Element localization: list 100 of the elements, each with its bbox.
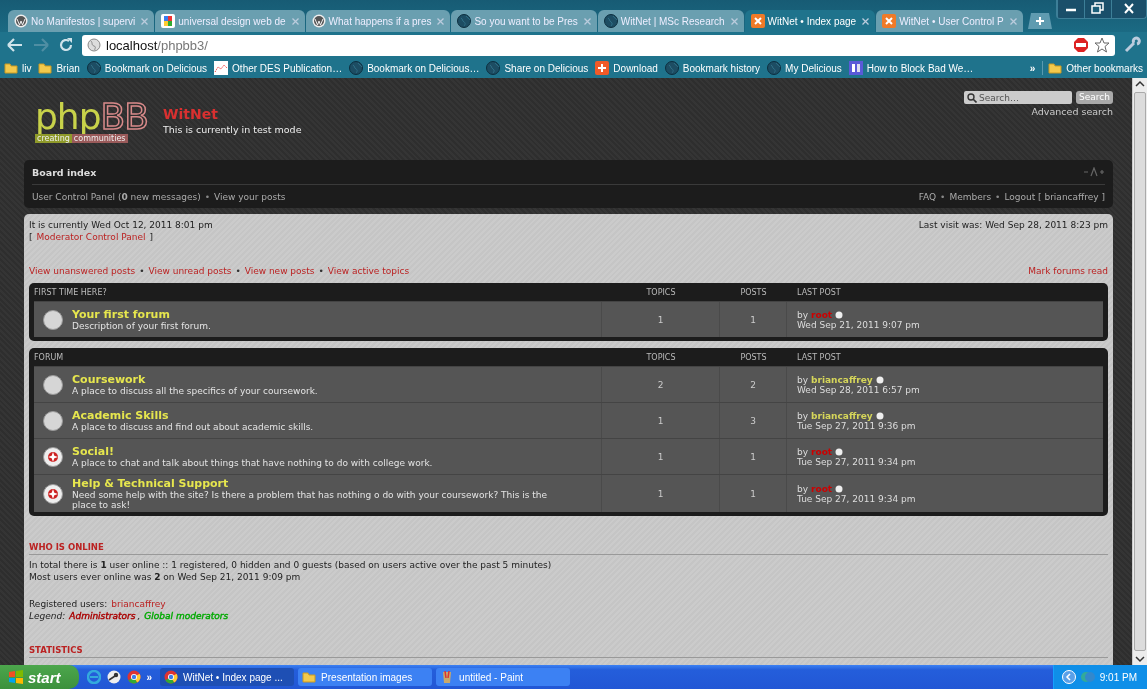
taskbar-button[interactable]: untitled - Paint (436, 668, 571, 686)
globe-icon (603, 14, 618, 28)
forum-row[interactable]: Coursework A place to discuss all the specifics of your coursework. 2 2 by briancaffrey Wed Sep 28, 2011 6:57 pm (34, 366, 1103, 402)
username-link[interactable]: briancaffrey (811, 374, 873, 385)
column-header: FIRST TIME HERE? (34, 287, 108, 297)
section-heading: STATISTICS (29, 645, 1108, 658)
forum-row[interactable]: Social! A place to chat and talk about things that have nothing to do with college work. 1 1 by root Tue Sep 27, 2011 9:34 pm (34, 438, 1103, 474)
latest-post-icon[interactable] (875, 375, 884, 384)
chrome-icon[interactable] (126, 670, 141, 684)
wordpress-icon (311, 14, 326, 28)
registered-label: Registered users: (29, 599, 108, 609)
username-link[interactable]: briancaffrey (811, 410, 873, 421)
scrollbar[interactable] (1132, 78, 1147, 665)
latest-post-icon[interactable] (835, 310, 844, 319)
forum-title-link[interactable]: Help & Technical Support (72, 477, 561, 490)
post-time: Wed Sep 28, 2011 6:57 pm (797, 384, 921, 395)
forum-row[interactable]: Your first forum Description of your first forum. 1 1 by root Wed Sep 21, 2011 9:07 pm (34, 301, 1103, 337)
forum-title-link[interactable]: Coursework (72, 373, 561, 386)
username-link[interactable]: briancaffrey (111, 599, 166, 609)
new-tab-icon[interactable] (1027, 13, 1052, 29)
globe-icon (486, 61, 501, 75)
column-header: TOPICS (645, 287, 677, 297)
scroll-thumb[interactable] (1134, 91, 1146, 652)
bracket: ] (149, 232, 154, 242)
bookmark-item[interactable]: Bookmark history (664, 61, 761, 75)
url-text: localhost/phpbb3/ (106, 37, 208, 53)
star-icon[interactable] (1094, 37, 1110, 53)
topics-count: 1 (602, 302, 720, 337)
link[interactable]: View your posts (214, 191, 286, 202)
google-icon (161, 14, 176, 28)
forum-title-link[interactable]: Academic Skills (72, 409, 561, 422)
link[interactable]: User Control Panel (0 new messages) (32, 191, 201, 202)
forum-row[interactable]: Academic Skills A place to discuss and find out about academic skills. 1 3 by briancaffrey Tue Sep 27, 2011 9:36 pm (34, 402, 1103, 438)
posts-count: 1 (720, 302, 787, 337)
bookmark-folder[interactable]: Other bookmarks (1042, 61, 1143, 75)
link[interactable]: View active topics (327, 266, 410, 276)
forum-title-link[interactable]: Social! (72, 445, 561, 458)
bookmark-item[interactable]: Other DES Publication… (214, 61, 343, 75)
separator: • (204, 191, 210, 202)
bookmark-item[interactable]: Bookmark on Delicious… (349, 61, 480, 75)
forum-description: Need some help with the site? Is there a problem that has nothing o do with your coursework? This is the place to ask! (72, 490, 549, 510)
taskbar-button[interactable]: WitNet • Index page ... (160, 668, 295, 686)
forum-title-link[interactable]: Your first forum (72, 308, 561, 321)
adblock-icon[interactable] (1073, 37, 1089, 53)
last-visit: Last visit was: Wed Sep 28, 2011 8:23 pm (918, 220, 1108, 232)
legend-label: Legend: (29, 611, 66, 621)
font-resize-icon[interactable] (1083, 167, 1105, 177)
wrench-icon[interactable] (1123, 36, 1141, 54)
column-header: POSTS (739, 287, 768, 297)
browser-tab[interactable]: WitNet • Index page (744, 10, 876, 32)
address-field[interactable]: localhost/phpbb3/ (82, 34, 1115, 56)
posts-count: 1 (720, 475, 787, 512)
bookmark-item[interactable]: Share on Delicious (486, 61, 589, 75)
bookmark-item[interactable]: Bookmark on Delicious (86, 61, 208, 75)
current-time: It is currently Wed Oct 12, 2011 8:01 pm (29, 220, 213, 230)
folder-icon (1048, 61, 1063, 75)
online-text: In total there is 1 user online :: 1 registered, 0 hidden and 0 guests (based on users active over the past 5 minutes) (29, 560, 553, 570)
column-header: FORUM (34, 352, 65, 362)
column-header: POSTS (739, 352, 768, 362)
globe-icon (767, 61, 782, 75)
latest-post-icon[interactable] (835, 447, 844, 456)
moderator-panel-link[interactable]: Moderator Control Panel (36, 232, 146, 242)
forum-description: A place to discuss all the specifics of your coursework. (72, 386, 319, 396)
post-time: Wed Sep 21, 2011 9:07 pm (797, 319, 921, 330)
advanced-search-link[interactable]: Advanced search (1031, 106, 1113, 117)
chrome-icon (164, 670, 179, 684)
link[interactable]: Members (949, 191, 992, 202)
bookmark-item[interactable]: Brian (38, 61, 80, 75)
logo-wordmark[interactable]: phpBB (35, 100, 155, 134)
start-button[interactable]: start (0, 665, 79, 689)
scroll-down-icon[interactable] (1133, 653, 1147, 665)
latest-post-icon[interactable] (875, 411, 884, 420)
link[interactable]: FAQ (918, 191, 937, 202)
search-field[interactable]: Search… (964, 91, 1073, 104)
wordpress-icon (14, 14, 28, 28)
bookmark-item[interactable]: How to Block Bad We… (848, 61, 974, 75)
bookmarks-overflow[interactable]: » (1029, 62, 1036, 74)
topics-count: 1 (602, 475, 720, 512)
breadcrumb-link[interactable]: Board index (32, 166, 97, 178)
bookmark-item[interactable]: liv (4, 61, 32, 75)
forum-row[interactable]: Help & Technical Support Need some help with the site? Is there a problem that has nothing o do with your coursework? This is the place to ask! 1 1 by root Tue Sep 27, 2011 9:34 pm (34, 474, 1103, 512)
reload-icon[interactable] (58, 37, 74, 53)
bookmark-item[interactable]: Download (595, 61, 658, 75)
bracket: [ (29, 232, 33, 242)
mark-read-link[interactable]: Mark forums read (1028, 266, 1108, 276)
link[interactable]: View new posts (244, 266, 315, 276)
column-header: TOPICS (645, 352, 677, 362)
link[interactable]: View unanswered posts (29, 266, 136, 276)
quick-launch-overflow[interactable]: » (146, 671, 153, 683)
forum-description: A place to discuss and find out about academic skills. (72, 422, 315, 432)
back-icon[interactable] (6, 37, 24, 53)
plus-icon (595, 61, 610, 75)
bookmark-item[interactable]: My Delicious (767, 61, 842, 75)
online-text: Most users ever online was 2 on Wed Sep 21, 2011 9:09 pm (29, 572, 302, 582)
taskbar-button[interactable]: Presentation images (298, 668, 433, 686)
by-label: by (797, 410, 809, 421)
link[interactable]: Logout [ briancaffrey ] (1004, 191, 1105, 202)
latest-post-icon[interactable] (835, 484, 844, 493)
forum-description: A place to chat and talk about things that have nothing to do with college work. (72, 458, 434, 468)
link[interactable]: View unread posts (148, 266, 232, 276)
